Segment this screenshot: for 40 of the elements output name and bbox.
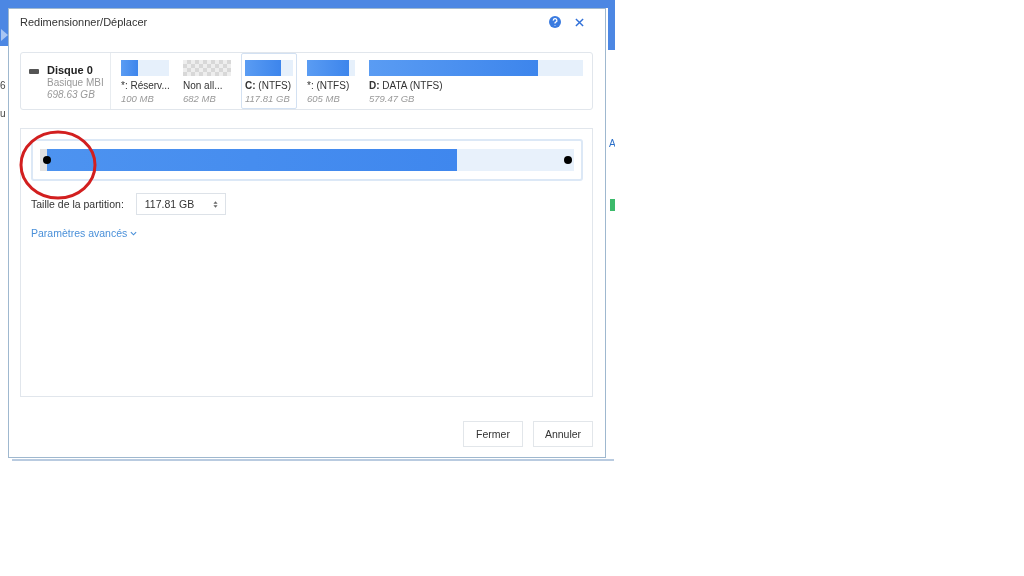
- background-text: A: [609, 138, 615, 149]
- dialog-button[interactable]: Annuler: [533, 421, 593, 447]
- partition-label: *: Réserv...: [121, 80, 169, 91]
- disk-type: Basique MBI: [47, 77, 104, 88]
- disk-name: Disque 0: [47, 64, 94, 76]
- partition-size: 579.47 GB: [369, 93, 416, 104]
- size-label: Taille de la partition:: [31, 198, 124, 210]
- partition-bar: [121, 60, 169, 76]
- dialog-title: Redimensionner/Déplacer: [20, 16, 149, 28]
- resize-slider[interactable]: [31, 139, 583, 181]
- partition-item[interactable]: D: DATA (NTFS) 579.47 GB: [365, 53, 587, 109]
- partition-size: 100 MB: [121, 93, 155, 104]
- drive-icon: [29, 69, 39, 74]
- chevron-icon: [130, 230, 138, 236]
- partition-item[interactable]: C: (NTFS) 117.81 GB: [241, 53, 297, 109]
- status-indicator: [610, 199, 615, 211]
- unallocated-bar: [183, 60, 231, 76]
- spin-arrows-icon[interactable]: [212, 199, 218, 209]
- partition-label: Non all...: [183, 80, 224, 91]
- background-text: 6: [0, 80, 6, 91]
- help-icon[interactable]: [549, 16, 561, 28]
- partition-label: *: (NTFS): [307, 80, 351, 91]
- close-icon[interactable]: [575, 17, 584, 27]
- advanced-settings-link[interactable]: Paramètres avancés: [31, 227, 138, 239]
- partition-size: 682 MB: [183, 93, 217, 104]
- partition-item[interactable]: *: Réserv... 100 MB: [117, 53, 173, 109]
- dialog-button[interactable]: Fermer: [463, 421, 523, 447]
- partition-size: 605 MB: [307, 93, 341, 104]
- left-handle[interactable]: [43, 156, 51, 164]
- size-spinbox[interactable]: 117.81 GB: [135, 193, 226, 215]
- partition-item[interactable]: *: (NTFS) 605 MB: [303, 53, 359, 109]
- partition-label: D: DATA (NTFS): [369, 80, 444, 91]
- background-text: u: [0, 108, 6, 119]
- partition-bar: [245, 60, 293, 76]
- partition-size: 117.81 GB: [245, 93, 291, 104]
- partition-item[interactable]: Non all... 682 MB: [179, 53, 235, 109]
- disk-size: 698.63 GB: [47, 89, 96, 100]
- right-handle[interactable]: [564, 156, 572, 164]
- partition-bar: [307, 60, 355, 76]
- partition-label: C: (NTFS): [245, 80, 293, 91]
